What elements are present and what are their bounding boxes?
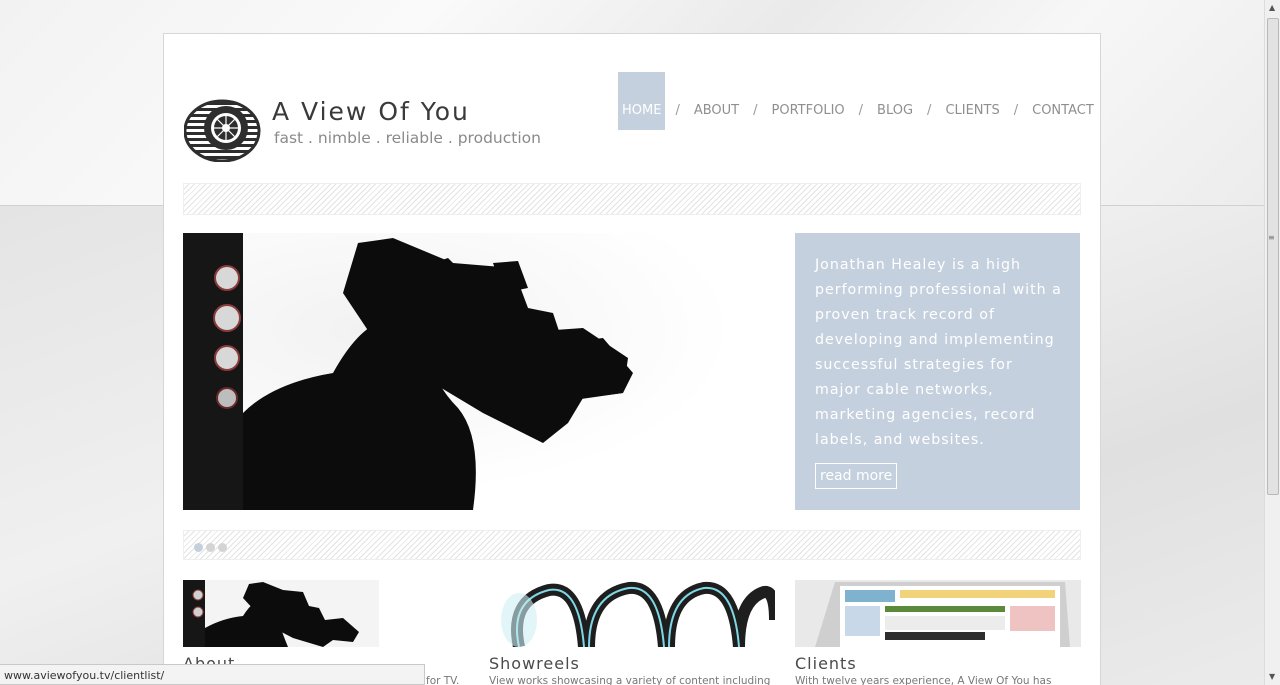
- slider-pagination: [194, 543, 227, 552]
- read-more-button[interactable]: read more: [815, 463, 898, 489]
- nav-portfolio[interactable]: PORTFOLIO: [768, 72, 849, 130]
- slider-dot-1[interactable]: [194, 543, 203, 552]
- vertical-scrollbar[interactable]: ▲ ≡ ▼: [1264, 0, 1280, 685]
- hero-camera-image: [183, 233, 795, 510]
- logo-title: A View Of You: [272, 97, 470, 126]
- slider-dot-3[interactable]: [218, 543, 227, 552]
- camera-operator-silhouette-icon: [183, 233, 795, 510]
- scroll-up-arrow-icon[interactable]: ▲: [1269, 3, 1275, 12]
- scrollbar-thumb[interactable]: [1267, 18, 1279, 495]
- nav-blog[interactable]: BLOG: [873, 72, 917, 130]
- eye-lens-logo-icon: [184, 99, 261, 162]
- film-reels-image: [489, 580, 775, 647]
- nav-separator: /: [1013, 102, 1019, 118]
- card-text-showreels: View works showcasing a variety of conte…: [489, 675, 771, 685]
- scrollbar-grip-icon: ≡: [1268, 233, 1275, 242]
- decorative-stripe-top: [183, 183, 1081, 215]
- browser-status-bar: www.aviewofyou.tv/clientlist/: [0, 664, 425, 685]
- logo-tagline: fast . nimble . reliable . production: [274, 129, 541, 147]
- page-container: A View Of You fast . nimble . reliable .…: [163, 33, 1101, 685]
- card-text-clients: With twelve years experience, A View Of …: [795, 675, 1052, 685]
- site-logo[interactable]: A View Of You fast . nimble . reliable .…: [184, 92, 544, 164]
- hero-intro-panel: Jonathan Healey is a high performing pro…: [795, 233, 1080, 510]
- hero-intro-text: Jonathan Healey is a high performing pro…: [815, 257, 1062, 448]
- nav-about[interactable]: ABOUT: [690, 72, 743, 130]
- nav-clients[interactable]: CLIENTS: [941, 72, 1003, 130]
- nav-separator: /: [858, 102, 864, 118]
- nav-home[interactable]: HOME: [618, 72, 666, 130]
- card-title-clients[interactable]: Clients: [795, 654, 857, 673]
- slider-dot-2[interactable]: [206, 543, 215, 552]
- showreels-thumbnail[interactable]: [489, 580, 775, 647]
- about-thumbnail[interactable]: [183, 580, 379, 647]
- main-nav: HOME / ABOUT / PORTFOLIO / BLOG / CLIENT…: [618, 72, 1098, 130]
- nav-separator: /: [675, 102, 680, 118]
- camera-thumbnail-image: [183, 580, 379, 647]
- clients-thumbnail[interactable]: [795, 580, 1081, 647]
- nav-separator: /: [753, 102, 758, 118]
- nav-contact[interactable]: CONTACT: [1028, 72, 1098, 130]
- decorative-stripe-slider: [183, 530, 1081, 560]
- nav-separator: /: [927, 102, 932, 118]
- website-screen-image: [795, 580, 1081, 647]
- scroll-down-arrow-icon[interactable]: ▼: [1269, 672, 1275, 681]
- card-title-showreels[interactable]: Showreels: [489, 654, 580, 673]
